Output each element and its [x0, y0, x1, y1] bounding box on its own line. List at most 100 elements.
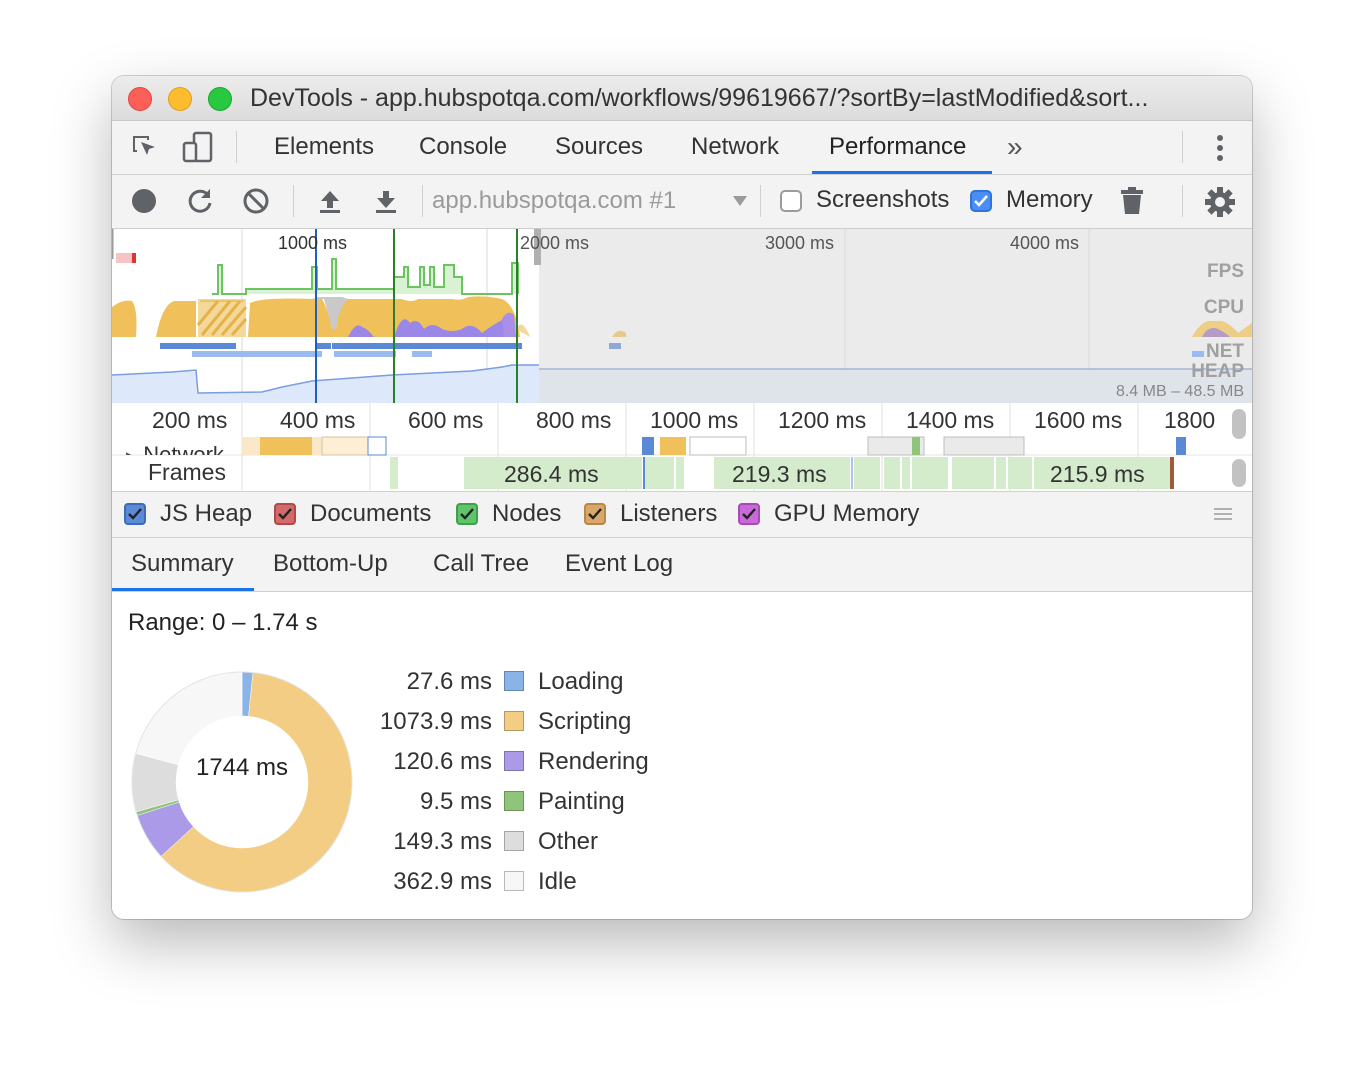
tab-call-tree[interactable]: Call Tree	[433, 538, 529, 591]
memory-label: Memory	[1006, 186, 1093, 213]
minimize-window-button[interactable]	[168, 87, 192, 111]
cpu-track-label: CPU	[1203, 297, 1244, 318]
inspect-element-icon[interactable]	[130, 133, 160, 163]
title-bar: DevTools - app.hubspotqa.com/workflows/9…	[112, 76, 1252, 121]
divider	[422, 185, 423, 217]
loading-swatch	[504, 671, 524, 691]
frame-duration: 215.9 ms	[1050, 461, 1145, 487]
listeners-checkbox[interactable]	[584, 503, 606, 525]
check-icon	[278, 508, 292, 520]
reload-profile-icon[interactable]	[186, 187, 214, 215]
idle-label: Idle	[538, 868, 577, 895]
other-value: 149.3 ms	[393, 828, 492, 855]
frame-duration: 219.3 ms	[732, 461, 827, 487]
documents-label: Documents	[310, 500, 432, 527]
timeline-tick: 1800 ms	[1164, 407, 1220, 433]
legend-row-idle: 362.9 ms Idle	[112, 866, 672, 898]
frames-track-label: Frames	[148, 459, 226, 485]
divider	[236, 131, 237, 163]
legend-row-scripting: 1073.9 ms Scripting	[112, 706, 672, 738]
scripting-value: 1073.9 ms	[379, 708, 492, 735]
timeline-detail[interactable]: 200 ms 400 ms 600 ms 800 ms 1000 ms 1200…	[112, 403, 1252, 492]
memory-counters: JS Heap Documents Nodes Listeners GPU Me…	[112, 492, 1252, 538]
kebab-menu-icon[interactable]	[1208, 133, 1232, 163]
other-swatch	[504, 831, 524, 851]
counter-documents[interactable]: Documents	[274, 500, 431, 528]
heap-track-label: HEAP	[1191, 361, 1244, 382]
legend-row-rendering: 120.6 ms Rendering	[112, 746, 672, 778]
js-heap-checkbox[interactable]	[124, 503, 146, 525]
divider	[760, 185, 761, 217]
tab-elements[interactable]: Elements	[274, 121, 374, 174]
tab-performance[interactable]: Performance	[829, 121, 966, 174]
fps-track-label: FPS	[1207, 261, 1244, 282]
range-label: Range: 0 – 1.74 s	[128, 609, 318, 636]
js-heap-label: JS Heap	[160, 500, 253, 527]
collect-garbage-icon[interactable]	[1118, 186, 1146, 216]
rendering-swatch	[504, 751, 524, 771]
profile-select[interactable]: app.hubspotqa.com #1	[432, 187, 676, 215]
network-track[interactable]: ▶ Network	[126, 440, 236, 455]
timeline-overview[interactable]: 1000 ms 2000 ms 3000 ms 4000 ms FPS CPU …	[112, 229, 1252, 404]
idle-swatch	[504, 871, 524, 891]
more-tabs-button[interactable]: »	[1007, 121, 1023, 174]
counter-nodes[interactable]: Nodes	[456, 500, 561, 528]
painting-value: 9.5 ms	[419, 788, 492, 815]
close-window-button[interactable]	[128, 87, 152, 111]
chevron-down-icon[interactable]	[732, 193, 748, 209]
tab-network[interactable]: Network	[691, 121, 779, 174]
zoom-window-button[interactable]	[208, 87, 232, 111]
timeline-tick: 1400 ms	[906, 407, 995, 433]
overview-tick: 1000 ms	[278, 233, 348, 253]
load-profile-icon[interactable]	[316, 187, 344, 215]
legend-row-other: 149.3 ms Other	[112, 826, 672, 858]
counter-listeners[interactable]: Listeners	[584, 500, 717, 528]
counter-js-heap[interactable]: JS Heap	[124, 500, 252, 528]
tab-console[interactable]: Console	[419, 121, 507, 174]
screenshots-label: Screenshots	[816, 186, 950, 213]
screenshots-checkbox[interactable]	[780, 190, 802, 212]
nodes-checkbox[interactable]	[456, 503, 478, 525]
record-icon[interactable]	[131, 188, 157, 214]
other-label: Other	[538, 828, 599, 855]
counter-gpu-memory[interactable]: GPU Memory	[738, 500, 919, 528]
expand-arrow-icon: ▶	[126, 449, 135, 455]
memory-checkbox[interactable]	[970, 190, 992, 212]
scripting-swatch	[504, 711, 524, 731]
check-icon	[460, 508, 474, 520]
tab-sources[interactable]: Sources	[555, 121, 643, 174]
main-tab-bar: Elements Console Sources Network Perform…	[112, 121, 1252, 175]
timeline-tick: 1200 ms	[778, 407, 867, 433]
painting-label: Painting	[538, 788, 625, 815]
legend-row-painting: 9.5 ms Painting	[112, 786, 672, 818]
rendering-label: Rendering	[538, 748, 649, 775]
details-tab-bar: Summary Bottom-Up Call Tree Event Log	[112, 538, 1252, 592]
tab-bottom-up[interactable]: Bottom-Up	[273, 538, 388, 591]
check-icon	[128, 508, 142, 520]
devtools-window: DevTools - app.hubspotqa.com/workflows/9…	[112, 76, 1252, 919]
gpu-memory-checkbox[interactable]	[738, 503, 760, 525]
device-toolbar-icon[interactable]	[182, 131, 214, 165]
gear-icon[interactable]	[1204, 186, 1236, 218]
tab-event-log[interactable]: Event Log	[565, 538, 673, 591]
loading-value: 27.6 ms	[406, 668, 492, 695]
gpu-memory-label: GPU Memory	[774, 500, 920, 527]
overview-tick: 2000 ms	[520, 233, 590, 253]
idle-value: 362.9 ms	[393, 868, 492, 895]
timeline-tick: 600 ms	[408, 407, 484, 433]
check-icon	[588, 508, 602, 520]
documents-checkbox[interactable]	[274, 503, 296, 525]
check-icon	[974, 195, 988, 207]
tab-summary[interactable]: Summary	[131, 538, 234, 591]
drag-handle-icon[interactable]	[1212, 504, 1234, 524]
divider	[1182, 185, 1183, 217]
frame-duration: 286.4 ms	[504, 461, 599, 487]
active-subtab-indicator	[112, 588, 254, 591]
rendering-value: 120.6 ms	[393, 748, 492, 775]
listeners-label: Listeners	[620, 500, 718, 527]
scripting-label: Scripting	[538, 708, 632, 735]
save-profile-icon[interactable]	[372, 187, 400, 215]
window-title: DevTools - app.hubspotqa.com/workflows/9…	[250, 84, 1149, 112]
timeline-tick: 1600 ms	[1034, 407, 1123, 433]
clear-icon[interactable]	[242, 187, 270, 215]
